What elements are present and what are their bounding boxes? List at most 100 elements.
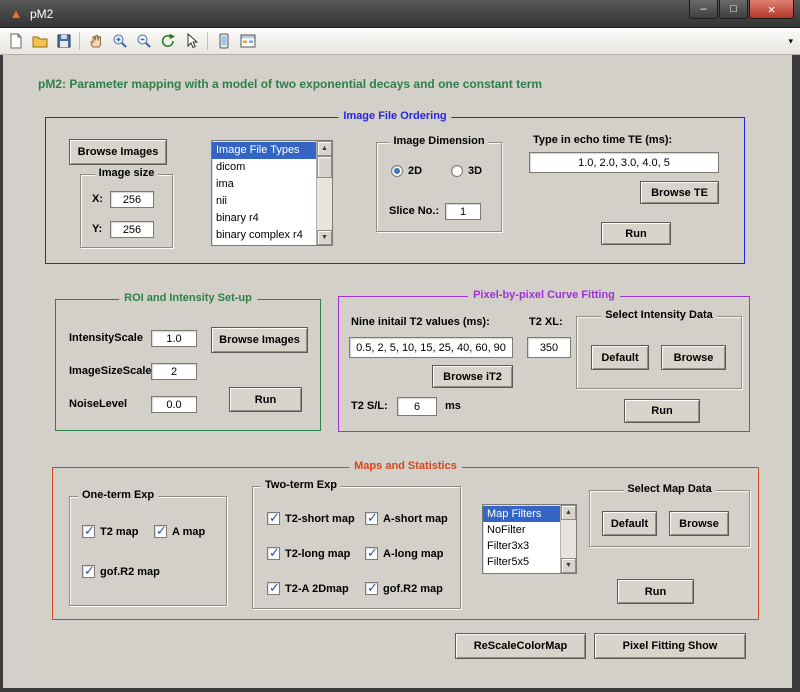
list-item[interactable]: ima [212, 176, 316, 193]
file-type-listbox: Image File Types dicom ima nii binary r4… [211, 140, 333, 246]
zoom-out-icon[interactable] [132, 30, 155, 53]
maximize-button[interactable]: □ [719, 0, 748, 19]
scroll-down-icon[interactable] [561, 558, 576, 573]
map-filters-list: Map Filters NoFilter Filter3x3 Filter5x5 [483, 505, 560, 573]
toolbar-overflow-icon[interactable]: ▾ [788, 37, 793, 46]
scrollbar[interactable] [316, 141, 332, 245]
te-field[interactable]: 1.0, 2.0, 3.0, 4.0, 5 [529, 152, 719, 173]
checkbox-box [82, 565, 95, 578]
run-roi-button[interactable]: Run [229, 387, 302, 412]
list-item[interactable]: Image File Types [212, 142, 316, 159]
checkbox-box [365, 547, 378, 560]
select-intensity-data-group: Select Intensity Data Default Browse [576, 316, 742, 389]
t2-xl-label: T2 XL: [529, 316, 563, 328]
checkbox-box [365, 582, 378, 595]
minimize-button[interactable]: – [689, 0, 718, 19]
checkbox-box [267, 512, 280, 525]
scrollbar[interactable] [560, 505, 576, 573]
list-item[interactable]: binary complex r4 [212, 227, 316, 244]
checkbox-t2-long-map[interactable]: T2-long map [267, 547, 350, 560]
image-size-y-field[interactable]: 256 [110, 221, 154, 238]
intensity-scale-label: IntensityScale [69, 332, 143, 344]
window-title: pM2 [30, 7, 53, 21]
group-title: Select Intensity Data [601, 309, 717, 321]
scroll-down-icon[interactable] [317, 230, 332, 245]
scroll-up-icon[interactable] [561, 505, 576, 520]
intensity-scale-field[interactable]: 1.0 [151, 330, 197, 347]
t2-values-field[interactable]: 0.5, 2, 5, 10, 15, 25, 40, 60, 90 [349, 337, 513, 358]
data-cursor-icon[interactable] [180, 30, 203, 53]
scroll-up-icon[interactable] [317, 141, 332, 156]
image-size-x-field[interactable]: 256 [110, 191, 154, 208]
group-title: Image Dimension [389, 135, 488, 147]
matlab-app-icon: ▲ [8, 6, 24, 22]
slice-label: Slice No.: [389, 205, 439, 217]
intensity-browse-button[interactable]: Browse [661, 345, 726, 370]
checkbox-a-map[interactable]: A map [154, 525, 205, 538]
checkbox-t2-short-map[interactable]: T2-short map [267, 512, 355, 525]
panel-roi-intensity: ROI and Intensity Set-up IntensityScale … [55, 299, 321, 431]
run-maps-button[interactable]: Run [617, 579, 694, 604]
new-document-icon[interactable] [4, 30, 27, 53]
image-size-scale-field[interactable]: 2 [151, 363, 197, 380]
map-browse-button[interactable]: Browse [669, 511, 729, 536]
map-filters-listbox: Map Filters NoFilter Filter3x3 Filter5x5 [482, 504, 577, 574]
noise-level-label: NoiseLevel [69, 398, 127, 410]
file-type-list: Image File Types dicom ima nii binary r4… [212, 141, 316, 245]
panel-image-file-ordering: Image File Ordering Browse Images Image … [45, 117, 745, 264]
rotate-3d-icon[interactable] [156, 30, 179, 53]
scroll-track[interactable] [317, 178, 332, 230]
roi-browse-images-button[interactable]: Browse Images [211, 327, 308, 353]
property-inspector-icon[interactable] [236, 30, 259, 53]
figure-toolbar: ▾ [0, 28, 800, 55]
checkbox-a-long-map[interactable]: A-long map [365, 547, 444, 560]
pan-hand-icon[interactable] [84, 30, 107, 53]
checkbox-gof-r2-map[interactable]: gof.R2 map [82, 565, 160, 578]
list-item[interactable]: binary r4 [212, 210, 316, 227]
pixel-fitting-show-button[interactable]: Pixel Fitting Show [594, 633, 746, 659]
checkbox-gof-r2-map-2[interactable]: gof.R2 map [365, 582, 443, 595]
intensity-default-button[interactable]: Default [591, 345, 649, 370]
noise-level-field[interactable]: 0.0 [151, 396, 197, 413]
x-label: X: [92, 193, 103, 205]
zoom-in-icon[interactable] [108, 30, 131, 53]
t2-xl-field[interactable]: 350 [527, 337, 571, 358]
plot-browser-icon[interactable] [212, 30, 235, 53]
checkbox-a-short-map[interactable]: A-short map [365, 512, 448, 525]
list-item[interactable]: Map Filters [483, 506, 560, 522]
scroll-thumb[interactable] [317, 156, 332, 178]
page-title: pM2: Parameter mapping with a model of t… [38, 77, 542, 91]
run-curve-fitting-button[interactable]: Run [624, 399, 700, 423]
rescale-colormap-button[interactable]: ReScaleColorMap [455, 633, 586, 659]
list-item[interactable]: Filter3x3 [483, 538, 560, 554]
image-dimension-group: Image Dimension 2D 3D Slice No.: 1 [376, 142, 502, 232]
browse-it2-button[interactable]: Browse iT2 [432, 365, 513, 388]
panel-title: Pixel-by-pixel Curve Fitting [468, 289, 620, 301]
checkbox-box [365, 512, 378, 525]
list-item[interactable]: dicom [212, 159, 316, 176]
checkbox-box [82, 525, 95, 538]
browse-te-button[interactable]: Browse TE [640, 181, 719, 204]
list-item[interactable]: nii [212, 193, 316, 210]
map-default-button[interactable]: Default [602, 511, 657, 536]
list-item[interactable]: Filter5x5 [483, 554, 560, 570]
list-item[interactable]: NoFilter [483, 522, 560, 538]
open-folder-icon[interactable] [28, 30, 51, 53]
image-size-group: Image size X: 256 Y: 256 [80, 174, 173, 248]
panel-title: ROI and Intensity Set-up [119, 292, 257, 304]
checkbox-t2-map[interactable]: T2 map [82, 525, 139, 538]
radio-2d[interactable]: 2D [391, 165, 422, 177]
save-icon[interactable] [52, 30, 75, 53]
te-label: Type in echo time TE (ms): [533, 134, 672, 146]
scroll-track[interactable] [561, 520, 576, 558]
browse-images-button[interactable]: Browse Images [69, 139, 167, 165]
slice-number-field[interactable]: 1 [445, 203, 481, 220]
run-image-ordering-button[interactable]: Run [601, 222, 671, 245]
image-size-scale-label: ImageSizeScale [69, 365, 152, 377]
checkbox-t2-a-2dmap[interactable]: T2-A 2Dmap [267, 582, 349, 595]
t2-sl-field[interactable]: 6 [397, 397, 437, 416]
radio-3d[interactable]: 3D [451, 165, 482, 177]
close-button[interactable]: × [749, 0, 794, 19]
title-bar[interactable]: ▲ pM2 – □ × [0, 0, 800, 28]
t2-sl-unit-label: ms [445, 400, 461, 412]
